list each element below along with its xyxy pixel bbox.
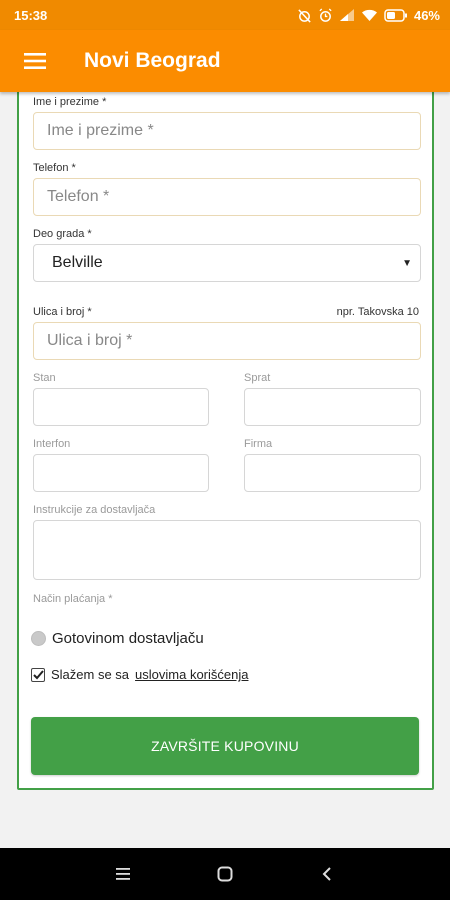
back-chevron-icon xyxy=(322,867,331,881)
street-field[interactable]: Ulica i broj * xyxy=(33,322,421,360)
full-name-field[interactable]: Ime i prezime * xyxy=(33,112,421,150)
phone-field[interactable]: Telefon * xyxy=(33,178,421,216)
intercom-field[interactable] xyxy=(33,454,209,492)
app-title: Novi Beograd xyxy=(84,49,221,72)
terms-checkbox[interactable] xyxy=(31,667,45,682)
company-label: Firma xyxy=(244,438,273,450)
checkmark-icon xyxy=(32,669,44,679)
floor-label: Sprat xyxy=(244,372,271,384)
android-nav-bar xyxy=(0,848,450,900)
full-name-label: Ime i prezime * xyxy=(33,96,107,108)
nav-menu-button[interactable] xyxy=(108,859,138,889)
alarm-off-icon xyxy=(298,8,311,23)
apartment-field[interactable] xyxy=(33,388,209,426)
hamburger-menu-icon xyxy=(24,53,46,69)
payment-label: Način plaćanja * xyxy=(33,593,113,605)
nav-back-button[interactable] xyxy=(312,859,342,889)
district-value: Belville xyxy=(52,254,103,271)
street-label: Ulica i broj * xyxy=(33,306,92,318)
phone-placeholder: Telefon * xyxy=(47,188,110,205)
radio-selected-icon[interactable] xyxy=(31,631,46,646)
instructions-label: Instrukcije za dostavljača xyxy=(33,504,156,516)
battery-icon xyxy=(384,8,407,22)
phone-label: Telefon * xyxy=(33,162,76,174)
payment-option-label: Gotovinom dostavljaču xyxy=(52,630,204,647)
submit-order-button[interactable]: ZAVRŠITE KUPOVINU xyxy=(31,717,419,775)
terms-link[interactable]: uslovima korišćenja xyxy=(135,667,248,682)
district-select[interactable]: Belville ▼ xyxy=(33,244,421,282)
home-square-icon xyxy=(217,866,233,882)
terms-text: Slažem se sa xyxy=(51,667,130,682)
menu-button[interactable] xyxy=(0,30,70,92)
apartment-label: Stan xyxy=(33,372,56,384)
alarm-icon xyxy=(319,7,332,22)
company-field[interactable] xyxy=(244,454,421,492)
street-hint: npr. Takovska 10 xyxy=(336,306,419,318)
app-bar: Novi Beograd xyxy=(0,30,450,92)
street-placeholder: Ulica i broj * xyxy=(47,332,133,349)
dropdown-caret-icon: ▼ xyxy=(402,257,412,269)
full-name-placeholder: Ime i prezime * xyxy=(47,122,154,139)
floor-field[interactable] xyxy=(244,388,421,426)
instructions-textarea[interactable] xyxy=(33,520,421,580)
status-bar: 15:38 46% xyxy=(0,0,450,30)
district-label: Deo grada * xyxy=(33,228,92,240)
signal-icon xyxy=(339,9,354,21)
checkout-form-card: Ime i prezime * Ime i prezime * Telefon … xyxy=(17,92,434,790)
payment-option-cash[interactable]: Gotovinom dostavljaču xyxy=(31,630,204,647)
wifi-icon xyxy=(361,9,377,21)
terms-row: Slažem se sa uslovima korišćenja xyxy=(31,667,248,682)
status-time: 15:38 xyxy=(14,7,48,23)
nav-home-button[interactable] xyxy=(210,859,240,889)
menu-lines-icon xyxy=(116,868,130,880)
intercom-label: Interfon xyxy=(33,438,71,450)
status-icons: 46% xyxy=(297,8,440,23)
checkout-content[interactable]: Ime i prezime * Ime i prezime * Telefon … xyxy=(0,92,450,848)
battery-percent: 46% xyxy=(413,7,440,23)
